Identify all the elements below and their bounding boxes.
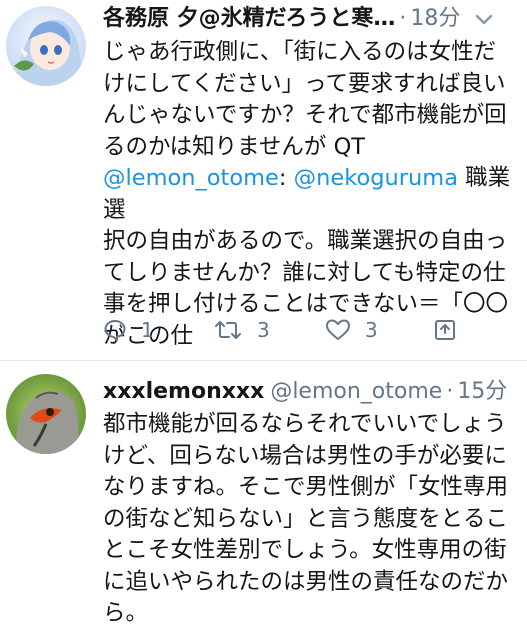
tweet-text: 都市機能が回るならそれでいいでしょう けど、回らない場合は男性の手が必要に なり… bbox=[103, 409, 517, 630]
text-line: けど、回らない場合は男性の手が必要に bbox=[103, 442, 507, 469]
share-icon bbox=[433, 318, 457, 342]
text-line: けにしてください」って要求すれば良い bbox=[103, 70, 506, 97]
quote-separator: : bbox=[278, 165, 294, 191]
avatar[interactable] bbox=[6, 6, 86, 86]
tweet-text: じゃあ行政側に、「街に入るのは女性だ けにしてください」って要求すれば良い んじ… bbox=[103, 37, 517, 352]
text-line: てしりませんか？誰に対しても特定の仕 bbox=[103, 259, 506, 286]
action-bar: 1 3 3 bbox=[103, 313, 513, 347]
retweet-button[interactable]: 3 bbox=[213, 313, 325, 347]
user-handle[interactable]: @lemon_otome bbox=[270, 375, 442, 409]
like-count: 3 bbox=[365, 318, 378, 342]
text-line: るのかは知りませんが QT bbox=[103, 133, 366, 160]
separator-dot: · bbox=[446, 379, 454, 404]
text-line: の街など知らない」と言う態度をとるこ bbox=[103, 505, 509, 532]
display-name[interactable]: 各務原 夕@氷精だろうと寒… bbox=[103, 2, 395, 36]
chevron-down-icon[interactable] bbox=[474, 9, 494, 29]
text-line: なりますね。そこで男性側が「女性専用 bbox=[103, 474, 509, 500]
text-line: とこそ女性差別でしょう。女性専用の街 bbox=[103, 537, 507, 563]
text-line: じゃあ行政側に、「街に入るのは女性だ bbox=[103, 39, 497, 65]
text-line: んじゃないですか？それで都市機能が回 bbox=[103, 102, 507, 128]
reply-count: 1 bbox=[141, 318, 154, 342]
tweet-header: xxxlemonxxx @lemon_otome · 15分 bbox=[103, 375, 519, 409]
like-button[interactable]: 3 bbox=[325, 313, 433, 347]
text-line: 択の自由があるので。職業選択の自由っ bbox=[103, 228, 508, 254]
heart-icon bbox=[325, 318, 351, 342]
avatar[interactable] bbox=[6, 374, 86, 454]
tweet-header: 各務原 夕@氷精だろうと寒… · 18分 bbox=[103, 2, 519, 36]
mention-link[interactable]: @nekoguruma bbox=[294, 165, 458, 191]
text-line: ら。 bbox=[103, 600, 149, 626]
tweet-card[interactable]: 各務原 夕@氷精だろうと寒… · 18分 じゃあ行政側に、「街に入るのは女性だ … bbox=[0, 0, 527, 360]
mention-link[interactable]: @lemon_otome bbox=[103, 165, 279, 191]
retweet-icon bbox=[213, 318, 243, 342]
quote-line: @lemon_otome: @nekoguruma 職業選 bbox=[103, 163, 517, 226]
reply-button[interactable]: 1 bbox=[103, 313, 213, 347]
timestamp[interactable]: 18分 bbox=[410, 2, 460, 36]
tweet-card[interactable]: xxxlemonxxx @lemon_otome · 15分 都市機能が回るなら… bbox=[0, 361, 527, 626]
share-button[interactable] bbox=[433, 313, 473, 347]
text-line: 都市機能が回るならそれでいいでしょう bbox=[103, 411, 507, 437]
retweet-count: 3 bbox=[257, 318, 270, 342]
text-line: に追いやられたのは男性の責任なのだか bbox=[103, 568, 509, 595]
display-name[interactable]: xxxlemonxxx bbox=[103, 375, 264, 409]
reply-icon bbox=[103, 318, 127, 342]
timestamp[interactable]: 15分 bbox=[457, 375, 507, 409]
separator-dot: · bbox=[399, 6, 407, 31]
